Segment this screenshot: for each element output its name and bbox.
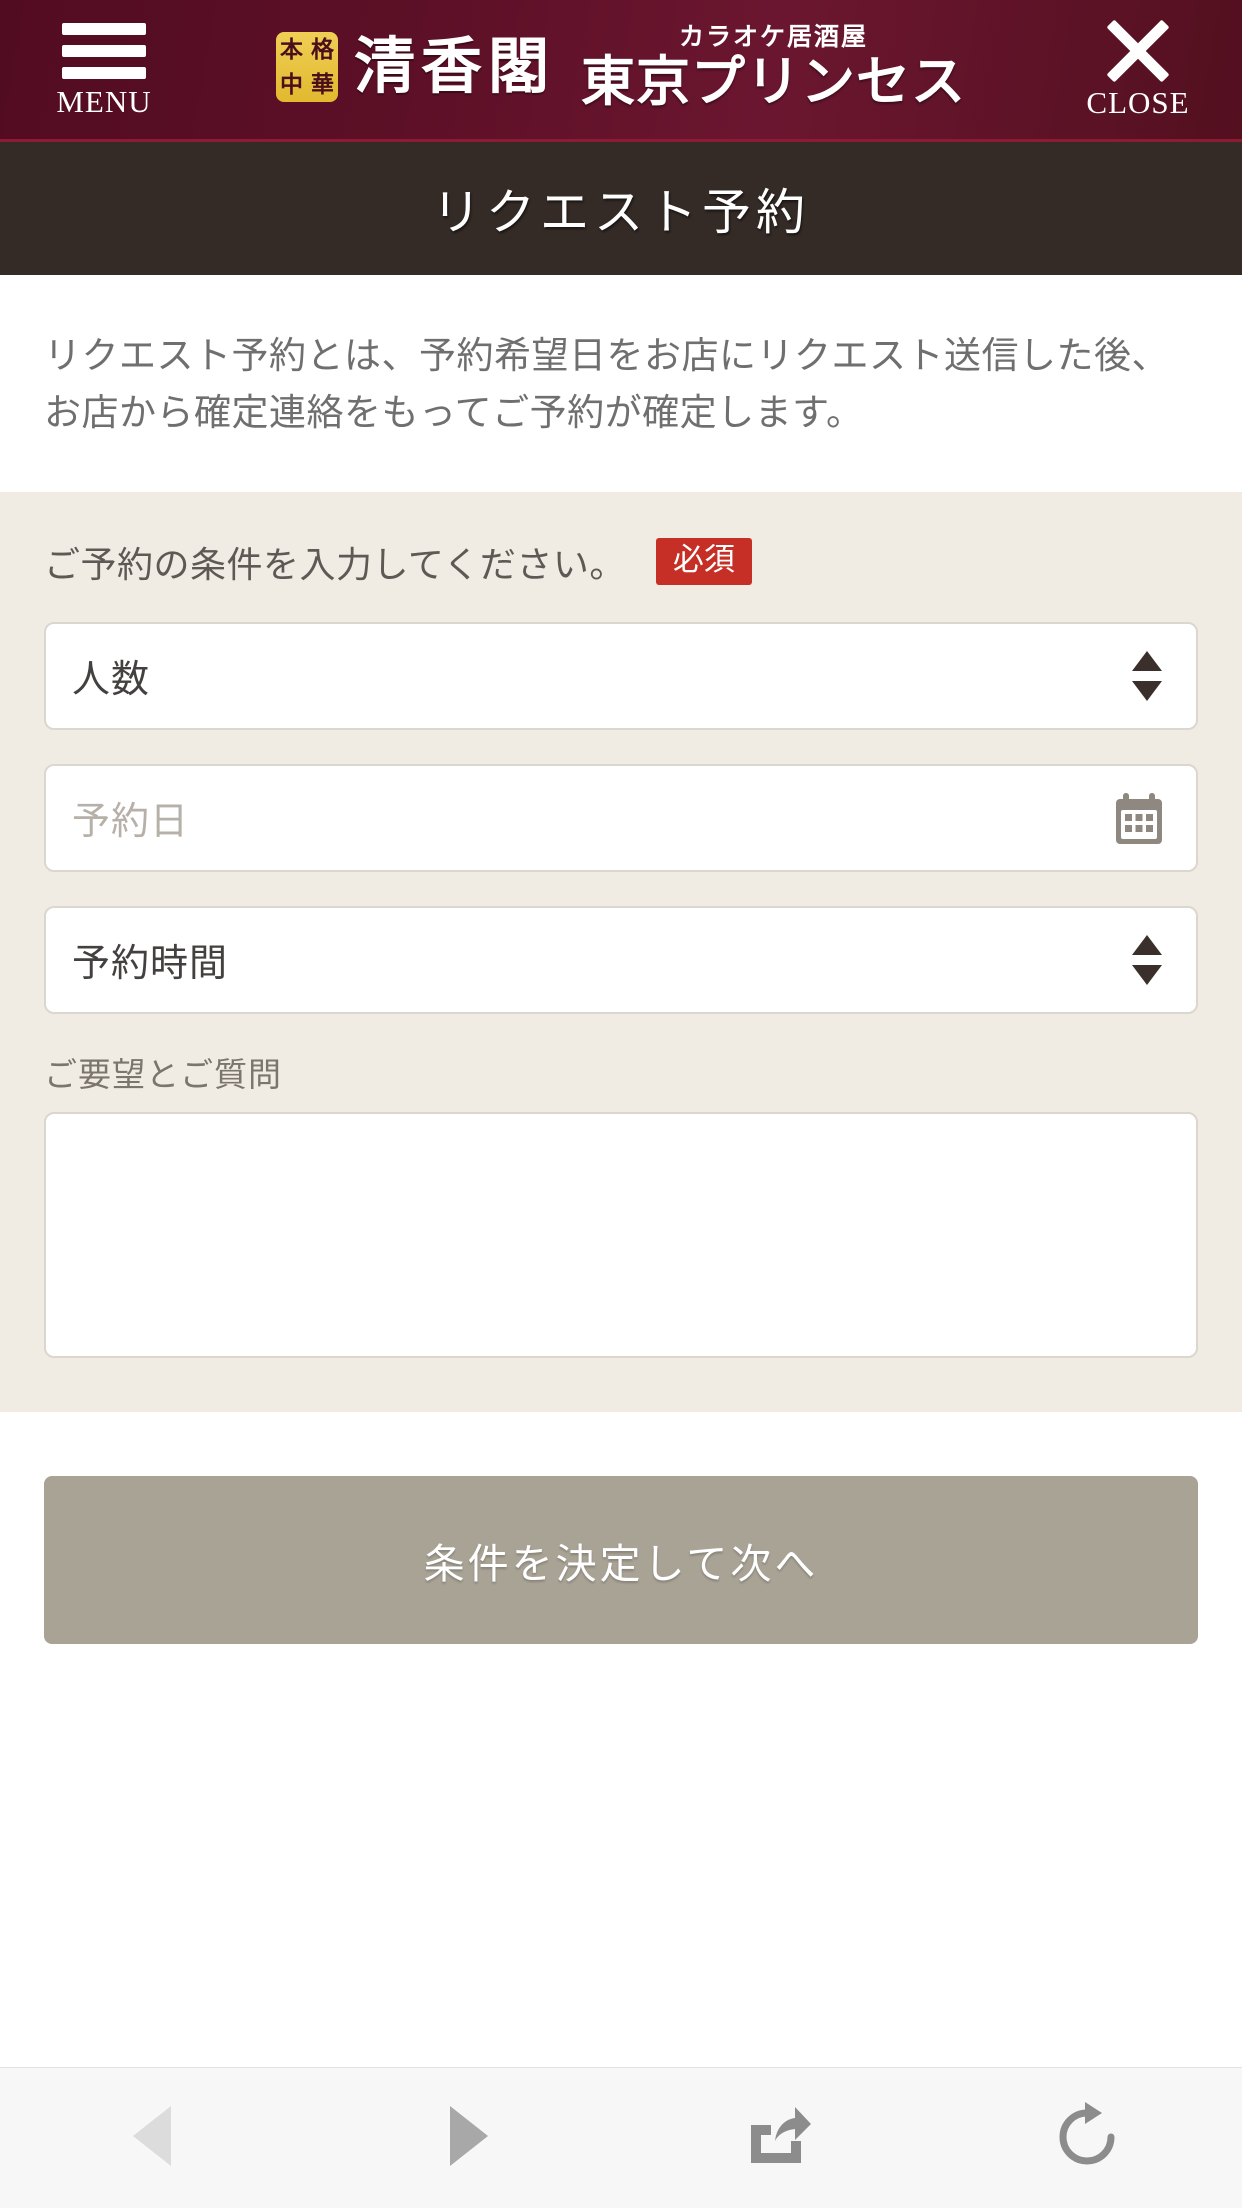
logo-shop-group: 本 格 中 華 清香閣 — [275, 31, 555, 102]
requests-textarea[interactable] — [44, 1111, 1198, 1358]
reservation-time-value: 予約時間 — [72, 941, 229, 986]
brand-main-name: 東京プリンセス — [581, 50, 966, 113]
form-heading: ご予約の条件を入力してください。 必須 — [44, 536, 1198, 588]
requests-label: ご要望とご質問 — [44, 1054, 282, 1094]
stepper-icon — [1132, 650, 1162, 701]
badge-char-4: 華 — [310, 70, 334, 98]
triangle-left-icon — [127, 2103, 183, 2174]
brand-sub-name: カラオケ居酒屋 — [678, 22, 868, 51]
calendar-icon[interactable] — [1112, 790, 1166, 846]
close-button-label: CLOSE — [1086, 84, 1190, 120]
menu-button[interactable]: MENU — [34, 22, 174, 119]
stepper-icon — [1132, 934, 1162, 985]
share-button[interactable] — [621, 2068, 932, 2208]
menu-button-label: MENU — [56, 83, 152, 119]
logo-brand-group: カラオケ居酒屋 東京プリンセス — [581, 24, 966, 109]
required-badge: 必須 — [655, 538, 752, 586]
share-icon — [741, 2101, 812, 2176]
reservation-date-placeholder: 予約日 — [72, 799, 190, 844]
submit-conditions-button[interactable]: 条件を決定して次へ — [44, 1475, 1198, 1644]
form-heading-text: ご予約の条件を入力してください。 — [44, 544, 626, 586]
hamburger-icon — [62, 22, 146, 79]
site-logo[interactable]: 本 格 中 華 清香閣 カラオケ居酒屋 東京プリンセス — [174, 24, 1068, 109]
badge-char-2: 格 — [310, 35, 334, 63]
page-title-band: リクエスト予約 — [0, 142, 1242, 275]
shop-name: 清香閣 — [353, 31, 555, 102]
party-size-value: 人数 — [72, 657, 151, 702]
brand-header: MENU 本 格 中 華 清香閣 カラオケ居酒屋 東京プリンセス CLOSE — [0, 0, 1242, 142]
reservation-date-input[interactable]: 予約日 — [44, 763, 1198, 872]
badge-char-1: 本 — [279, 35, 303, 63]
close-icon — [1102, 19, 1174, 82]
browser-toolbar — [0, 2067, 1242, 2208]
intro-section: リクエスト予約とは、予約希望日をお店にリクエスト送信した後、お店から確定連絡をも… — [0, 275, 1242, 492]
reservation-time-select[interactable]: 予約時間 — [44, 905, 1198, 1014]
party-size-select[interactable]: 人数 — [44, 621, 1198, 730]
back-button[interactable] — [0, 2068, 311, 2208]
page-title: リクエスト予約 — [431, 184, 810, 241]
triangle-right-icon — [438, 2103, 494, 2174]
forward-button[interactable] — [311, 2068, 622, 2208]
intro-text: リクエスト予約とは、予約希望日をお店にリクエスト送信した後、お店から確定連絡をも… — [44, 334, 1169, 435]
authentic-chinese-badge: 本 格 中 華 — [275, 31, 338, 102]
reload-button[interactable] — [932, 2068, 1242, 2208]
close-button[interactable]: CLOSE — [1068, 19, 1208, 120]
submit-area: 条件を決定して次へ — [0, 1411, 1242, 1644]
reload-icon — [1052, 2100, 1122, 2177]
badge-char-3: 中 — [279, 70, 303, 98]
reservation-form-panel: ご予約の条件を入力してください。 必須 人数 予約日 予約時間 ご要望とご質問 — [0, 491, 1242, 1412]
